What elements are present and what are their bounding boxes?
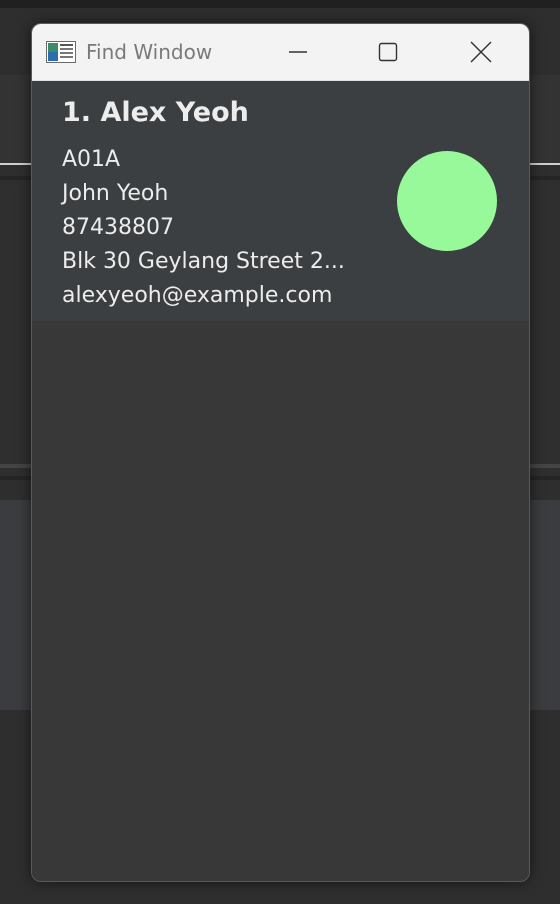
minimize-button[interactable] — [268, 24, 328, 80]
maximize-icon — [378, 42, 398, 62]
window-title: Find Window — [86, 40, 213, 64]
person-name: 1. Alex Yeoh — [62, 97, 249, 128]
person-contact-name: John Yeoh — [62, 181, 169, 206]
results-list-empty-area — [32, 321, 529, 881]
find-window: Find Window 1. Alex Yeoh A01A John Yeoh … — [31, 23, 530, 882]
person-card[interactable]: 1. Alex Yeoh A01A John Yeoh 87438807 Blk… — [32, 81, 529, 321]
minimize-icon — [289, 51, 307, 53]
person-phone: 87438807 — [62, 215, 174, 240]
background-top-bar — [0, 0, 560, 8]
window-list-icon — [46, 41, 76, 63]
maximize-button[interactable] — [358, 24, 418, 80]
title-bar[interactable]: Find Window — [32, 24, 529, 81]
person-id: A01A — [62, 147, 121, 172]
close-button[interactable] — [451, 24, 511, 80]
person-address: Blk 30 Geylang Street 2... — [62, 249, 345, 274]
person-email: alexyeoh@example.com — [62, 283, 333, 308]
close-icon — [470, 41, 492, 63]
status-avatar — [397, 151, 497, 251]
